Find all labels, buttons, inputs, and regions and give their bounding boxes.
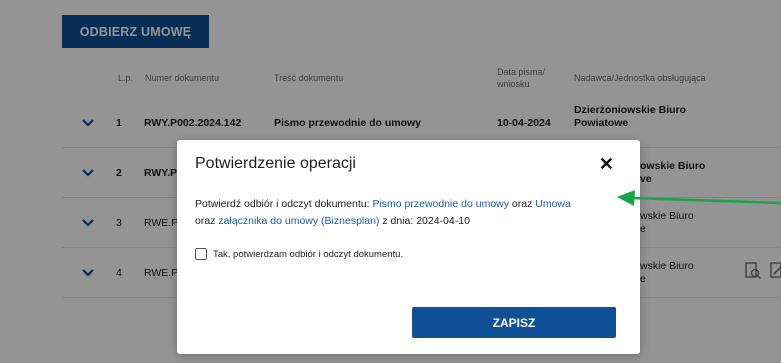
message-and-2: oraz [195,215,219,227]
save-button[interactable]: ZAPISZ [412,307,616,338]
dialog-message: Potwierdź odbiór i odczyt dokumentu: Pis… [195,196,625,230]
contract-link[interactable]: Umowa [535,198,571,210]
message-suffix: z dnia: 2024-04-10 [379,215,470,227]
arrow-left-icon [617,190,781,206]
attachment-link[interactable]: załącznika do umowy (Biznesplan) [218,215,379,227]
dialog-title: Potwierdzenie operacji [195,155,356,172]
confirm-checkbox-row[interactable]: Tak, potwierdzam odbiór i odczyt dokumen… [195,248,403,260]
confirm-operation-dialog: Potwierdzenie operacji ✕ Potwierdź odbió… [177,140,640,354]
message-prefix: Potwierdź odbiór i odczyt dokumentu: [195,198,373,210]
confirm-checkbox[interactable] [195,248,207,260]
close-icon[interactable]: ✕ [599,154,614,174]
confirm-checkbox-label[interactable]: Tak, potwierdzam odbiór i odczyt dokumen… [213,249,403,260]
cover-letter-link[interactable]: Pismo przewodnie do umowy [372,198,509,210]
message-and: oraz [509,198,536,210]
